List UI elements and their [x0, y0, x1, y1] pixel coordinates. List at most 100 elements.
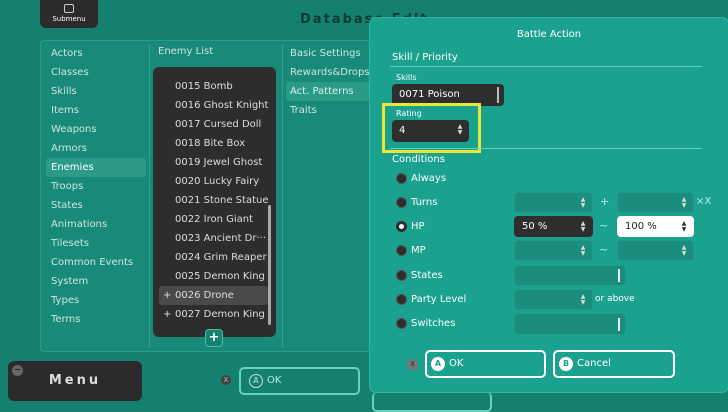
- spinner-icon: ▲ ▼: [580, 294, 586, 306]
- hp-min-value: 50 %: [522, 221, 548, 232]
- spin-down-icon: ▼: [457, 129, 463, 136]
- condition-always-label: Always: [411, 173, 447, 184]
- mp-max-stepper[interactable]: ▲ ▼: [617, 240, 694, 261]
- turns-multiplier: ×X: [696, 196, 712, 207]
- category-animations[interactable]: Animations: [46, 215, 146, 234]
- states-select[interactable]: [514, 265, 626, 286]
- enemy-item-selected[interactable]: +0026 Drone: [159, 286, 268, 305]
- spinner-icon: ▲ ▼: [457, 124, 463, 136]
- condition-hp-label: HP: [411, 221, 425, 232]
- ok-button-background[interactable]: A OK: [239, 367, 360, 395]
- ok-label: OK: [449, 358, 464, 369]
- switches-select[interactable]: [514, 313, 626, 335]
- category-weapons[interactable]: Weapons: [46, 120, 146, 139]
- category-troops[interactable]: Troops: [46, 177, 146, 196]
- add-enemy-button[interactable]: +: [205, 329, 223, 347]
- hp-max-stepper[interactable]: 100 % ▲ ▼: [617, 216, 694, 237]
- enemy-item[interactable]: 0023 Ancient Dr···: [153, 229, 276, 248]
- category-actors[interactable]: Actors: [46, 44, 146, 63]
- category-armors[interactable]: Armors: [46, 139, 146, 158]
- b-button-icon: B: [559, 357, 573, 371]
- spinner-icon: ▲ ▼: [681, 245, 687, 257]
- category-states[interactable]: States: [46, 196, 146, 215]
- tilde: ~: [599, 243, 609, 256]
- spin-down-icon: ▼: [681, 226, 687, 233]
- enemy-item[interactable]: 0019 Jewel Ghost: [153, 153, 276, 172]
- spin-down-icon: ▼: [681, 250, 687, 257]
- category-list: Actors Classes Skills Items Weapons Armo…: [46, 44, 146, 329]
- category-items[interactable]: Items: [46, 101, 146, 120]
- enemy-item[interactable]: 0025 Demon King: [153, 267, 276, 286]
- submenu-icon: [64, 4, 74, 13]
- tab-rewards-drops[interactable]: Rewards&Drops: [286, 63, 372, 82]
- spin-down-icon: ▼: [580, 299, 586, 306]
- radio-party-level[interactable]: [396, 294, 407, 305]
- category-tilesets[interactable]: Tilesets: [46, 234, 146, 253]
- ok-button[interactable]: A OK: [425, 350, 546, 378]
- enemy-item[interactable]: 0016 Ghost Knight: [153, 96, 276, 115]
- enemy-item[interactable]: 0018 Bite Box: [153, 134, 276, 153]
- section-conditions: Conditions: [392, 154, 445, 165]
- divider: [282, 44, 283, 348]
- mp-min-stepper[interactable]: ▲ ▼: [514, 240, 593, 261]
- turns-a-stepper[interactable]: ▲ ▼: [514, 192, 593, 213]
- cancel-button-background[interactable]: [372, 392, 492, 412]
- enemy-list-scrollbar[interactable]: [268, 205, 271, 325]
- spinner-icon: ▲ ▼: [580, 197, 586, 209]
- spinner-icon: ▲ ▼: [681, 197, 687, 209]
- plus-icon: +: [163, 290, 172, 301]
- enemy-item-label: 0026 Drone: [175, 290, 234, 301]
- radio-states[interactable]: [396, 270, 407, 281]
- tab-basic-settings[interactable]: Basic Settings: [286, 44, 372, 63]
- radio-hp[interactable]: [396, 221, 407, 232]
- a-button-icon: A: [249, 374, 263, 388]
- tab-traits[interactable]: Traits: [286, 101, 372, 120]
- divider: [390, 66, 702, 67]
- enemy-list-title: Enemy List: [158, 46, 214, 57]
- enemy-item-label: 0027 Demon King: [175, 309, 265, 320]
- tilde: ~: [599, 219, 609, 232]
- radio-mp[interactable]: [396, 245, 407, 256]
- turns-b-stepper[interactable]: ▲ ▼: [617, 192, 694, 213]
- enemy-item[interactable]: 0024 Grim Reaper: [153, 248, 276, 267]
- category-skills[interactable]: Skills: [46, 82, 146, 101]
- menu-button[interactable]: − Menu: [8, 361, 142, 401]
- radio-switches[interactable]: [396, 318, 407, 329]
- select-handle-icon: [497, 87, 499, 103]
- rating-stepper[interactable]: 4 ▲ ▼: [392, 120, 469, 142]
- category-common-events[interactable]: Common Events: [46, 253, 146, 272]
- category-enemies[interactable]: Enemies: [46, 158, 146, 177]
- tab-act-patterns[interactable]: Act. Patterns: [286, 82, 372, 101]
- spin-down-icon: ▼: [681, 202, 687, 209]
- enemy-item[interactable]: +0027 Demon King: [153, 305, 276, 324]
- enemy-item[interactable]: 0020 Lucky Fairy: [153, 172, 276, 191]
- condition-turns-label: Turns: [411, 197, 438, 208]
- enemy-item[interactable]: 0015 Bomb: [153, 77, 276, 96]
- spinner-icon: ▲ ▼: [580, 221, 586, 233]
- hp-min-stepper[interactable]: 50 % ▲ ▼: [514, 216, 593, 237]
- section-skill-priority: Skill / Priority: [392, 52, 458, 63]
- cancel-button[interactable]: B Cancel: [553, 350, 675, 378]
- radio-always[interactable]: [396, 173, 407, 184]
- menu-label: Menu: [48, 373, 102, 388]
- category-terms[interactable]: Terms: [46, 310, 146, 329]
- spin-down-icon: ▼: [580, 226, 586, 233]
- skills-label: Skills: [396, 73, 417, 82]
- category-system[interactable]: System: [46, 272, 146, 291]
- party-level-stepper[interactable]: ▲ ▼: [514, 289, 593, 310]
- condition-party-level-label: Party Level: [411, 294, 467, 305]
- submenu-label: Submenu: [52, 15, 86, 23]
- condition-switches-label: Switches: [411, 318, 456, 329]
- category-types[interactable]: Types: [46, 291, 146, 310]
- spin-down-icon: ▼: [580, 202, 586, 209]
- enemy-item[interactable]: 0017 Cursed Doll: [153, 115, 276, 134]
- submenu-button[interactable]: Submenu: [40, 0, 98, 28]
- plus-sign: +: [600, 195, 610, 208]
- enemy-item[interactable]: 0021 Stone Statue: [153, 191, 276, 210]
- category-classes[interactable]: Classes: [46, 63, 146, 82]
- radio-turns[interactable]: [396, 197, 407, 208]
- condition-states-label: States: [411, 270, 443, 281]
- enemy-item[interactable]: 0022 Iron Giant: [153, 210, 276, 229]
- minus-icon: −: [12, 365, 23, 376]
- ok-label: OK: [267, 375, 282, 386]
